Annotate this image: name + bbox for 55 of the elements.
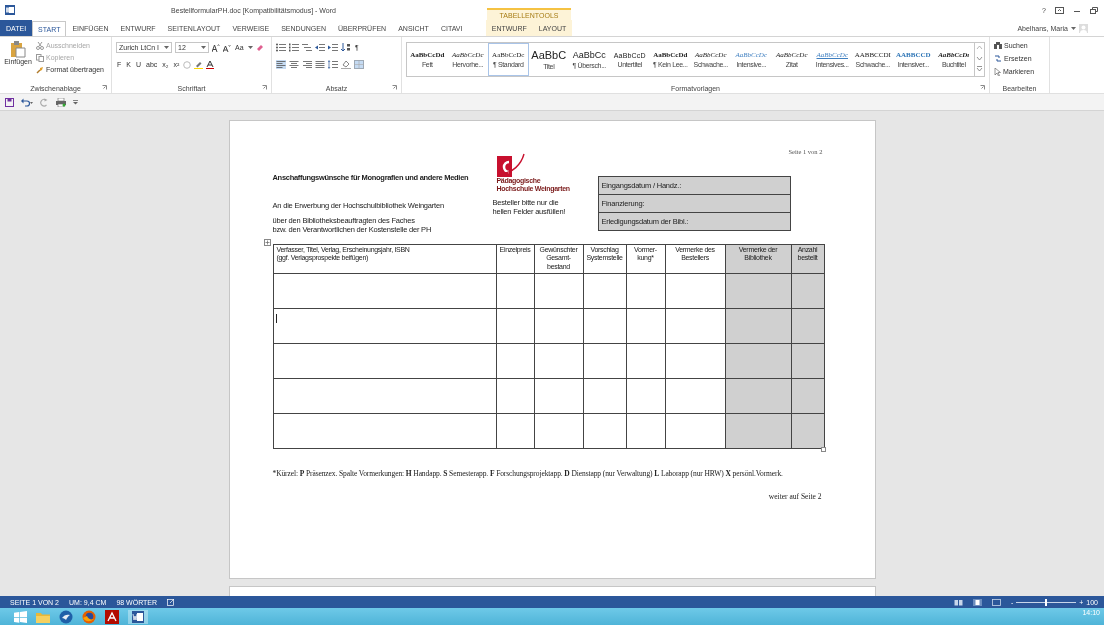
align-left-icon[interactable] — [276, 60, 286, 69]
zoom-slider-thumb[interactable] — [1045, 598, 1048, 606]
word-app-icon — [5, 5, 15, 15]
style-preview: AaBbC — [531, 49, 567, 61]
proofing-icon[interactable] — [167, 598, 176, 606]
highlighter-icon[interactable] — [194, 60, 204, 69]
more-styles-icon[interactable] — [975, 64, 984, 74]
web-layout-icon[interactable] — [991, 598, 1001, 606]
table-resize-handle-icon[interactable] — [820, 447, 826, 452]
dialog-launcher-icon[interactable] — [392, 85, 397, 90]
eraser-icon[interactable] — [255, 43, 264, 52]
binoculars-icon — [994, 42, 1002, 49]
dialog-launcher-icon[interactable] — [102, 85, 107, 90]
table-move-handle-icon[interactable] — [263, 239, 271, 246]
mail-app-icon[interactable] — [59, 609, 73, 624]
caret-icon[interactable] — [247, 45, 253, 50]
ribbon-display-icon[interactable] — [1055, 6, 1064, 14]
align-right-icon[interactable] — [302, 60, 312, 69]
numbered-list-icon[interactable] — [289, 43, 299, 52]
increase-indent-icon[interactable] — [328, 43, 338, 52]
read-mode-icon[interactable] — [953, 598, 963, 606]
undo-icon[interactable] — [21, 97, 33, 107]
restore-icon[interactable] — [1090, 6, 1098, 14]
word-app-icon[interactable] — [132, 610, 144, 623]
justify-icon[interactable] — [315, 60, 325, 69]
user-avatar-icon — [1079, 24, 1088, 33]
clipboard-icon — [10, 40, 26, 58]
pdf-app-icon[interactable] — [105, 609, 119, 624]
scissors-icon — [36, 41, 44, 50]
caret-icon[interactable] — [164, 45, 169, 50]
multilevel-list-icon[interactable] — [302, 43, 312, 52]
shrink-font-icon[interactable] — [223, 43, 231, 52]
browser-icon[interactable] — [82, 609, 96, 624]
printer-icon[interactable] — [56, 97, 66, 107]
decrease-indent-icon[interactable] — [315, 43, 325, 52]
style-preview: AaBbCc — [572, 50, 606, 60]
bullet-list-icon[interactable] — [276, 43, 286, 52]
dialog-launcher-icon[interactable] — [980, 85, 985, 90]
caret-icon[interactable] — [201, 45, 206, 50]
logo-icon — [496, 153, 525, 177]
brush-icon — [36, 65, 44, 74]
caret-icon[interactable] — [1071, 26, 1076, 31]
replace-icon — [994, 55, 1002, 62]
print-layout-icon[interactable] — [972, 598, 982, 606]
copy-icon — [36, 53, 44, 62]
grow-font-icon[interactable] — [212, 43, 220, 52]
sort-icon[interactable] — [341, 43, 351, 52]
pointer-icon — [994, 67, 1001, 76]
customize-toolbar-icon[interactable] — [73, 99, 78, 105]
font-color-icon[interactable] — [206, 60, 215, 69]
dialog-launcher-icon[interactable] — [262, 85, 267, 90]
save-icon[interactable] — [5, 97, 14, 107]
shading-icon[interactable] — [341, 60, 351, 69]
align-center-icon[interactable] — [289, 60, 299, 69]
line-spacing-icon[interactable] — [328, 60, 338, 69]
